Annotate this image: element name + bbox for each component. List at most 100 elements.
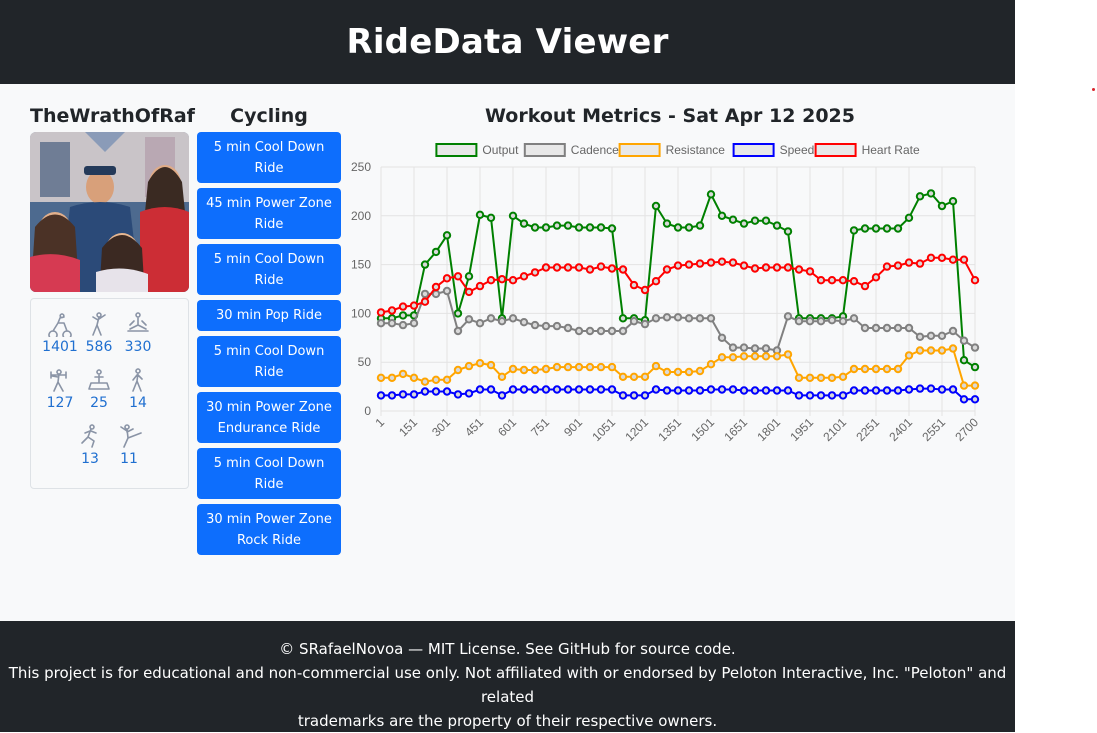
data-point[interactable] [794, 373, 804, 383]
data-point[interactable] [684, 314, 694, 323]
data-point[interactable] [552, 362, 562, 372]
data-point[interactable] [739, 352, 749, 361]
data-point[interactable] [530, 385, 540, 394]
data-point[interactable] [706, 360, 716, 369]
data-point[interactable] [860, 323, 870, 333]
data-point[interactable] [398, 369, 408, 379]
legend-item[interactable]: Heart Rate [814, 143, 920, 157]
data-point[interactable] [717, 211, 727, 221]
data-point[interactable] [915, 192, 925, 201]
data-point[interactable] [860, 281, 870, 291]
data-point[interactable] [398, 390, 408, 399]
data-point[interactable] [706, 258, 716, 267]
data-point[interactable] [508, 385, 518, 394]
data-point[interactable] [420, 260, 430, 269]
data-point[interactable] [794, 317, 804, 326]
data-point[interactable] [838, 317, 848, 326]
data-point[interactable] [750, 386, 760, 395]
data-point[interactable] [706, 314, 716, 323]
data-point[interactable] [882, 224, 892, 233]
data-point[interactable] [860, 364, 870, 374]
data-point[interactable] [442, 231, 452, 240]
ride-button[interactable]: 5 min Cool Down Ride [197, 448, 341, 499]
data-point[interactable] [563, 221, 573, 230]
data-point[interactable] [420, 377, 430, 386]
data-point[interactable] [376, 308, 386, 317]
data-point[interactable] [563, 263, 573, 272]
data-point[interactable] [838, 391, 848, 400]
data-point[interactable] [728, 215, 738, 224]
data-point[interactable] [651, 201, 661, 211]
data-point[interactable] [805, 391, 815, 400]
data-point[interactable] [486, 314, 496, 323]
data-point[interactable] [750, 352, 760, 361]
data-point[interactable] [915, 384, 925, 393]
data-point[interactable] [882, 386, 892, 395]
ride-button[interactable]: 30 min Power Zone Rock Ride [197, 504, 341, 555]
data-point[interactable] [739, 343, 749, 352]
data-point[interactable] [772, 221, 782, 230]
data-point[interactable] [475, 385, 485, 394]
data-point[interactable] [893, 261, 903, 270]
data-point[interactable] [618, 314, 628, 323]
ride-button[interactable]: 30 min Power Zone Endurance Ride [197, 392, 341, 443]
data-point[interactable] [915, 346, 925, 355]
data-point[interactable] [926, 384, 936, 393]
data-point[interactable] [915, 332, 925, 342]
data-point[interactable] [464, 361, 474, 371]
data-point[interactable] [816, 317, 826, 326]
legend-item[interactable]: Cadence [523, 143, 619, 157]
data-point[interactable] [728, 258, 738, 267]
data-point[interactable] [893, 323, 903, 333]
data-point[interactable] [552, 263, 562, 272]
data-point[interactable] [618, 265, 628, 274]
data-point[interactable] [651, 314, 661, 323]
data-point[interactable] [706, 385, 716, 394]
data-point[interactable] [486, 276, 496, 285]
data-point[interactable] [640, 319, 650, 329]
data-point[interactable] [662, 367, 672, 377]
data-point[interactable] [464, 389, 474, 398]
data-point[interactable] [717, 385, 727, 394]
data-point[interactable] [607, 326, 617, 336]
data-point[interactable] [805, 267, 815, 276]
data-point[interactable] [695, 221, 705, 230]
data-point[interactable] [805, 317, 815, 326]
data-point[interactable] [574, 263, 584, 272]
legend-item[interactable]: Output [435, 143, 519, 157]
legend-item[interactable]: Resistance [618, 143, 726, 157]
data-point[interactable] [684, 367, 694, 377]
data-point[interactable] [376, 319, 386, 328]
data-point[interactable] [959, 255, 969, 264]
data-point[interactable] [860, 386, 870, 395]
data-point[interactable] [750, 344, 760, 353]
data-point[interactable] [805, 373, 815, 383]
data-point[interactable] [772, 386, 782, 395]
data-point[interactable] [475, 319, 485, 328]
data-point[interactable] [541, 385, 551, 394]
data-point[interactable] [904, 323, 914, 333]
data-point[interactable] [475, 281, 485, 291]
legend-item[interactable]: Speed [732, 143, 815, 157]
data-point[interactable] [651, 361, 661, 371]
data-point[interactable] [673, 367, 683, 377]
data-point[interactable] [662, 219, 672, 228]
data-point[interactable] [629, 372, 639, 382]
data-point[interactable] [585, 362, 595, 372]
data-point[interactable] [728, 385, 738, 394]
data-point[interactable] [783, 350, 793, 359]
data-point[interactable] [717, 333, 727, 343]
data-point[interactable] [695, 386, 705, 395]
data-point[interactable] [750, 216, 760, 225]
data-point[interactable] [497, 372, 507, 382]
data-point[interactable] [585, 265, 595, 274]
data-point[interactable] [816, 276, 826, 285]
data-point[interactable] [673, 261, 683, 270]
data-point[interactable] [607, 264, 617, 273]
data-point[interactable] [937, 385, 947, 394]
data-point[interactable] [387, 373, 397, 383]
data-point[interactable] [618, 391, 628, 400]
data-point[interactable] [442, 274, 452, 283]
data-point[interactable] [937, 253, 947, 263]
data-point[interactable] [618, 372, 628, 382]
